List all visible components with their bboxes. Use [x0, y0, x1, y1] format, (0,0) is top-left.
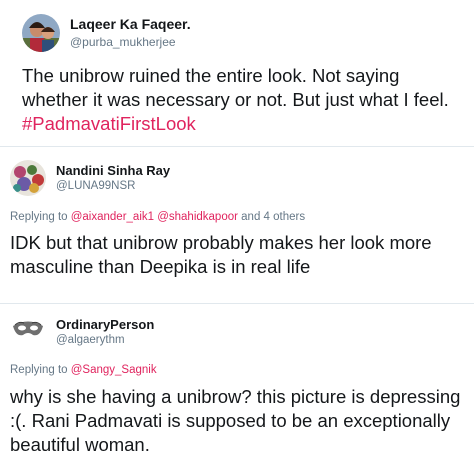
- tweet-3: OrdinaryPerson @algaerythm Replying to @…: [0, 303, 474, 460]
- reply-prefix: Replying to: [10, 211, 71, 223]
- avatar[interactable]: [10, 311, 46, 347]
- mention-link[interactable]: @aixander_aik1: [71, 211, 154, 223]
- reply-suffix[interactable]: and 4 others: [238, 211, 305, 223]
- tweet-text-body: The unibrow ruined the entire look. Not …: [22, 65, 449, 110]
- mention-link[interactable]: @shahidkapoor: [157, 211, 238, 223]
- display-name[interactable]: Nandini Sinha Ray: [56, 163, 170, 178]
- user-handle[interactable]: @algaerythm: [56, 334, 125, 346]
- avatar[interactable]: [22, 14, 60, 52]
- tweet-text: IDK but that unibrow probably makes her …: [10, 232, 432, 277]
- reply-prefix: Replying to: [10, 364, 71, 376]
- replying-to: Replying to @aixander_aik1 @shahidkapoor…: [10, 211, 305, 223]
- replying-to: Replying to @Sangy_Sagnik: [10, 364, 157, 376]
- display-name[interactable]: OrdinaryPerson: [56, 317, 154, 332]
- user-handle[interactable]: @purba_mukherjee: [70, 35, 176, 49]
- tweet-2: Nandini Sinha Ray @LUNA99NSR Replying to…: [0, 146, 474, 303]
- mention-link[interactable]: @Sangy_Sagnik: [71, 364, 157, 376]
- tweet-1: Laqeer Ka Faqeer. @purba_mukherjee The u…: [0, 0, 474, 146]
- tweet-text: The unibrow ruined the entire look. Not …: [22, 64, 462, 136]
- user-handle[interactable]: @LUNA99NSR: [56, 180, 135, 192]
- hashtag-link[interactable]: #PadmavatiFirstLook: [22, 113, 196, 134]
- display-name[interactable]: Laqeer Ka Faqeer.: [70, 16, 191, 32]
- tweet-text: why is she having a unibrow? this pictur…: [10, 386, 461, 455]
- avatar[interactable]: [10, 160, 46, 196]
